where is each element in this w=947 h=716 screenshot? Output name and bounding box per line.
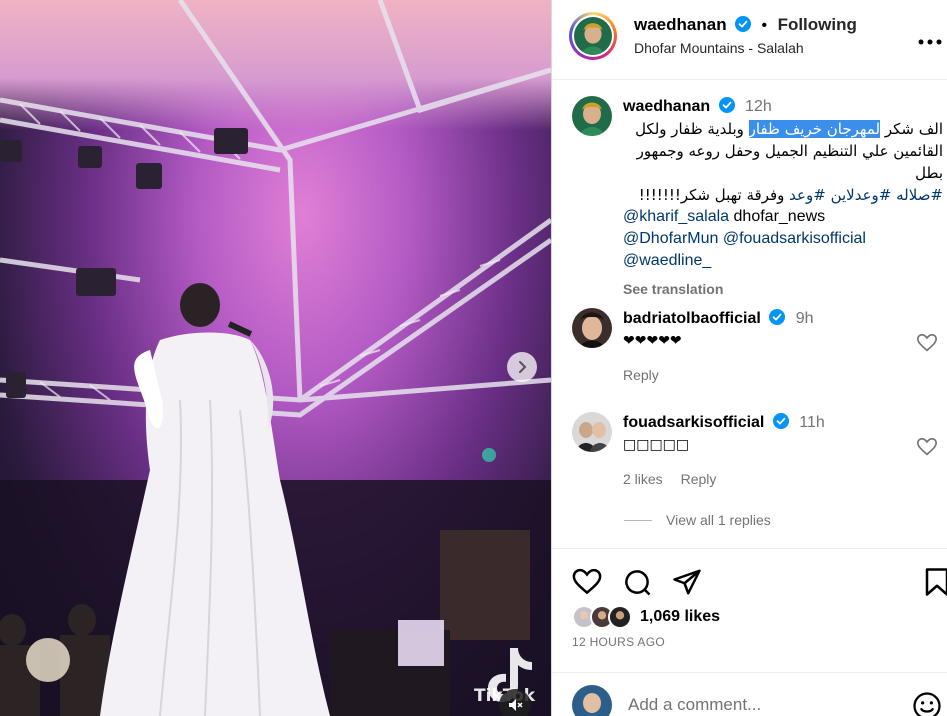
more-options-button[interactable]	[918, 26, 942, 52]
comment-icon[interactable]	[622, 567, 652, 597]
next-media-button[interactable]	[507, 352, 537, 382]
selected-text-highlight: لمهرجان خريف ظفار	[748, 120, 881, 138]
liker-avatar	[608, 605, 632, 629]
post-timestamp: 12 HOURS AGO	[572, 635, 665, 649]
like-comment-heart-icon[interactable]	[916, 332, 938, 354]
add-comment-input[interactable]	[628, 693, 888, 716]
comment-username[interactable]: fouadsarkisofficial	[623, 414, 764, 431]
caption-mentions-3: @waedline_	[623, 250, 943, 272]
share-send-icon[interactable]	[672, 567, 702, 597]
commenter-avatar[interactable]	[572, 308, 612, 348]
replies-divider	[624, 519, 652, 521]
comment-text: □□□□□	[623, 437, 690, 453]
mention-link[interactable]: @kharif_salala	[623, 208, 729, 225]
caption-username[interactable]: waedhanan	[623, 98, 710, 115]
likes-summary[interactable]: 1,069 likes	[572, 605, 720, 629]
caption-line-1: الف شكر لمهرجان خريف ظفار وبلدية ظفار ول…	[635, 120, 943, 138]
caption-line-2: القائمين علي التنظيم الجميل وحفل روعه وج…	[636, 142, 943, 182]
caption-time: 12h	[745, 98, 772, 115]
emoji-icon[interactable]	[912, 691, 942, 716]
following-button[interactable]: Following	[778, 15, 857, 34]
caption-mentions-1: @kharif_salala dhofar_news	[623, 208, 826, 225]
post-actions: 1,069 likes 12 HOURS AGO	[552, 548, 947, 668]
mute-button[interactable]	[499, 689, 531, 716]
mention-link[interactable]: @fouadsarkisofficial	[723, 230, 866, 247]
caption-line-3: #صلاله #وعدلاين #وعد وفرقة تهبل شكر!!!!!…	[638, 186, 943, 204]
caption-hashtags[interactable]: #صلاله #وعدلاين #وعد	[789, 186, 943, 204]
author-username[interactable]: waedhanan	[634, 15, 727, 34]
likes-count[interactable]: 1,069 likes	[640, 608, 720, 626]
comment-time: 9h	[795, 310, 814, 327]
current-user-avatar	[572, 685, 612, 716]
comment-likes-count[interactable]: 2 likes	[623, 471, 663, 487]
save-bookmark-icon[interactable]	[922, 567, 947, 597]
verified-badge-icon	[735, 16, 752, 32]
post-side-panel: waedhanan • Following Dhofar Mountains -…	[551, 0, 947, 716]
add-comment-bar	[552, 672, 947, 716]
verified-badge-icon	[718, 97, 735, 113]
caption-author-avatar[interactable]	[572, 96, 612, 136]
mention-link[interactable]: @DhofarMun	[623, 230, 718, 247]
verified-badge-icon	[769, 309, 786, 325]
see-translation-link[interactable]: See translation	[623, 278, 943, 300]
commenter-avatar[interactable]	[572, 412, 612, 452]
concert-scene	[0, 0, 551, 716]
chevron-right-icon	[519, 361, 527, 373]
author-avatar-ring[interactable]	[569, 12, 617, 60]
header-separator: •	[761, 17, 768, 34]
reply-button[interactable]: Reply	[681, 471, 717, 487]
speaker-muted-icon	[509, 699, 523, 711]
mention-link[interactable]: @waedline_	[623, 252, 711, 269]
reply-button[interactable]: Reply	[623, 367, 659, 383]
view-replies-label: View all 1 replies	[666, 512, 771, 528]
post-media[interactable]: TikTok	[0, 0, 551, 716]
like-comment-heart-icon[interactable]	[916, 436, 938, 458]
author-avatar	[574, 17, 612, 55]
comment-text: ❤❤❤❤❤	[623, 333, 682, 349]
more-horizontal-icon	[918, 39, 942, 45]
verified-badge-icon	[772, 413, 789, 429]
like-heart-icon[interactable]	[572, 567, 602, 597]
view-replies-button[interactable]: View all 1 replies	[624, 512, 771, 528]
caption-mentions-2: @DhofarMun @fouadsarkisofficial	[623, 228, 943, 250]
comment-time: 11h	[799, 414, 825, 431]
comment-username[interactable]: badriatolbaofficial	[623, 310, 761, 327]
post-location[interactable]: Dhofar Mountains - Salalah	[634, 40, 804, 56]
post-header: waedhanan • Following Dhofar Mountains -…	[552, 0, 947, 80]
